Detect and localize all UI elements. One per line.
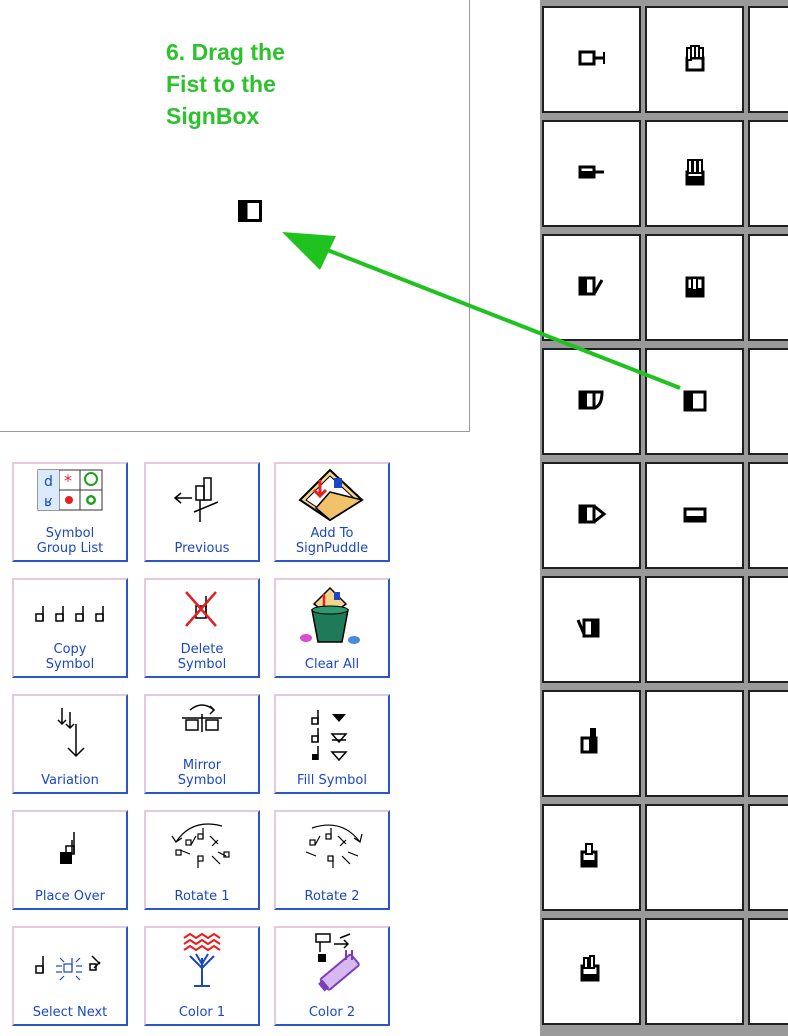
tool-label: Rotate 2 [304, 889, 360, 904]
svg-text:d: d [44, 474, 53, 490]
palette-cell-empty[interactable] [748, 6, 788, 113]
palette-cell-hand-square-bar-tail[interactable] [542, 120, 641, 227]
tool-label: Delete Symbol [177, 642, 227, 672]
add-to-signpuddle-button[interactable]: Add To SignPuddle [274, 462, 390, 562]
tool-label: Select Next [32, 1005, 108, 1020]
palette-cell-hand-square-curve[interactable] [542, 348, 641, 455]
tool-label: Add To SignPuddle [295, 526, 369, 556]
palette-cell-empty[interactable] [645, 576, 744, 683]
fist-square-half-filled-icon [683, 390, 707, 412]
rotate-1-button[interactable]: Rotate 1 [144, 810, 260, 910]
palette-cell-hand-square-diagonal[interactable] [542, 234, 641, 341]
tool-label: Copy Symbol [45, 642, 95, 672]
palette-cell-empty[interactable] [748, 804, 788, 911]
color-1-button[interactable]: Color 1 [144, 926, 260, 1026]
tool-label: Clear All [304, 657, 360, 672]
palette-cell-empty[interactable] [748, 918, 788, 1025]
palette-cell-hand-thumb-up[interactable] [542, 690, 641, 797]
hand-square-tail-icon [578, 50, 605, 66]
tool-label: Variation [41, 773, 99, 788]
palette-cell-empty[interactable] [645, 918, 744, 1025]
tool-label: Symbol Group List [36, 526, 104, 556]
fist-bar-icon [683, 507, 707, 523]
hand-square-diagonal-icon [578, 276, 604, 296]
tool-label: Mirror Symbol [177, 758, 227, 788]
palette-cell-fist-fingers-4[interactable] [645, 6, 744, 113]
tool-label: Place Over [35, 889, 105, 904]
palette-cell-empty[interactable] [748, 576, 788, 683]
tool-label: Color 2 [308, 1005, 356, 1020]
tool-label: Rotate 1 [174, 889, 230, 904]
palette-cell-hand-thumb-index[interactable] [542, 804, 641, 911]
svg-text:ʁ: ʁ [44, 494, 53, 510]
palette-cell-fist-bar[interactable] [645, 462, 744, 569]
color-2-button[interactable]: Color 2 [274, 926, 390, 1026]
copy-symbol-button[interactable]: Copy Symbol [12, 578, 128, 678]
clear-all-button[interactable]: Clear All [274, 578, 390, 678]
delete-symbol-button[interactable]: Delete Symbol [144, 578, 260, 678]
palette-cell-empty[interactable] [645, 804, 744, 911]
place-over-button[interactable]: Place Over [12, 810, 128, 910]
variation-button[interactable]: Variation [12, 694, 128, 794]
palette-cell-empty[interactable] [748, 462, 788, 569]
palette-cell-hand-square-triangle[interactable] [542, 462, 641, 569]
fist-fingers-3-icon [685, 159, 705, 186]
palette-cell-empty[interactable] [748, 120, 788, 227]
tool-label: Color 1 [178, 1005, 226, 1020]
palette-cell-fist-index[interactable] [645, 234, 744, 341]
hand-square-bar-tail-icon [578, 165, 604, 179]
symbol-group-list-button[interactable]: d ʁ * Symbol Group List [12, 462, 128, 562]
palette-cell-fist-square-half-filled[interactable] [645, 348, 744, 455]
palette-cell-empty[interactable] [748, 690, 788, 797]
palette-cell-hand-thumb-fingers[interactable] [542, 918, 641, 1025]
palette-cell-fist-fingers-3[interactable] [645, 120, 744, 227]
tool-label: Previous [174, 541, 230, 556]
hand-square-curve-icon [578, 390, 604, 410]
palette-cell-hand-square-tail[interactable] [542, 6, 641, 113]
hand-square-triangle-icon [578, 504, 607, 524]
palette-cell-empty[interactable] [748, 234, 788, 341]
previous-button[interactable]: Previous [144, 462, 260, 562]
palette-cell-hand-square-back[interactable] [542, 576, 641, 683]
instruction-text: 6. Drag the Fist to the SignBox [166, 39, 285, 129]
symbol-palette [540, 0, 788, 1036]
fill-symbol-button[interactable]: Fill Symbol [274, 694, 390, 794]
hand-square-back-icon [576, 618, 600, 638]
hand-thumb-index-icon [580, 843, 598, 868]
rotate-2-button[interactable]: Rotate 2 [274, 810, 390, 910]
tool-label: Fill Symbol [297, 773, 367, 788]
select-next-button[interactable]: Select Next [12, 926, 128, 1026]
hand-thumb-fingers-icon [580, 955, 600, 982]
fist-index-icon [685, 276, 705, 298]
fist-fingers-4-icon [685, 45, 705, 72]
mirror-symbol-button[interactable]: Mirror Symbol [144, 694, 260, 794]
palette-cell-empty[interactable] [748, 348, 788, 455]
signbox[interactable]: 6. Drag the Fist to the SignBox [0, 0, 470, 432]
palette-cell-empty[interactable] [645, 690, 744, 797]
hand-thumb-up-icon [580, 728, 598, 754]
svg-text:*: * [64, 471, 72, 490]
placed-fist-symbol[interactable] [238, 200, 262, 222]
